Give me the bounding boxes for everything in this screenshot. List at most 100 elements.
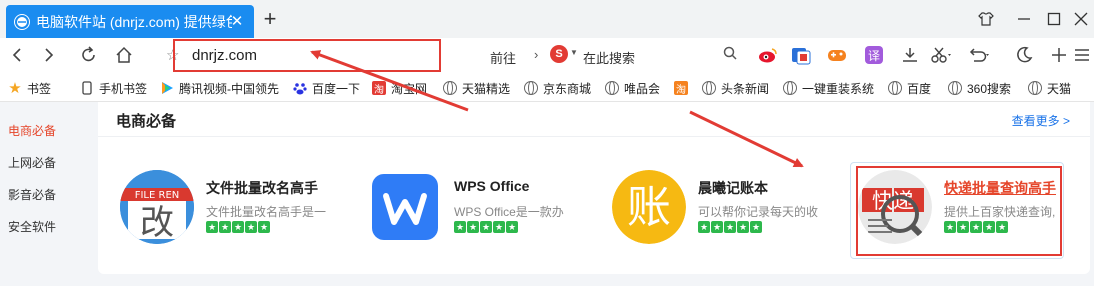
app-name[interactable]: WPS Office (454, 178, 529, 194)
bookmark-item[interactable]: 手机书签 (80, 79, 147, 97)
bookmark-label: 手机书签 (99, 81, 148, 96)
app-description: WPS Office是一款办 (454, 205, 564, 219)
star-icon: ★ (8, 80, 22, 97)
add-icon[interactable] (1047, 43, 1071, 67)
forward-button[interactable] (37, 43, 61, 67)
bookmark-label: 头条新闻 (721, 81, 770, 96)
taobao-icon: 淘 (674, 81, 688, 96)
globe-icon (783, 81, 797, 95)
globe-icon (888, 81, 902, 95)
globe-icon (702, 81, 716, 95)
active-tab[interactable]: 电脑软件站 (dnrjz.com) 提供绿色 ✕ (6, 5, 254, 38)
rating-stars: ★ ★ ★ ★ ★ (698, 221, 762, 233)
toolbar: ☆ dnrjz.com 前往 › S ▼ 在此搜索 译 (0, 38, 1094, 72)
app-description: 文件批量改名高手是一 (206, 205, 327, 219)
app-description: 可以帮你记录每天的收 (698, 205, 819, 219)
translate-icon[interactable]: 译 (862, 43, 886, 67)
bookmark-label: 唯品会 (624, 81, 661, 96)
bookmark-item[interactable]: ★ 书签 (8, 79, 51, 97)
tab-title: 电脑软件站 (dnrjz.com) 提供绿色 (36, 13, 232, 30)
bookmark-item[interactable]: 百度一下 (293, 79, 360, 97)
bookmark-item[interactable]: 一键重装系统 (783, 79, 874, 97)
accounting-app-icon: 账 (612, 170, 686, 244)
bookmark-label: 书签 (27, 81, 52, 96)
chevron-down-icon[interactable]: ▼ (570, 48, 578, 57)
category-sidebar: 电商必备 上网必备 影音必备 安全软件 (0, 102, 98, 286)
undo-icon[interactable] (968, 43, 992, 67)
download-icon[interactable] (898, 43, 922, 67)
bookmark-label: 百度 (907, 81, 932, 96)
weibo-icon[interactable] (756, 43, 780, 67)
panel-title: 电商必备 (116, 113, 177, 130)
bookmark-item[interactable]: 唯品会 (605, 79, 660, 97)
close-window-button[interactable] (1070, 8, 1092, 30)
sidebar-item-ecommerce[interactable]: 电商必备 (8, 122, 56, 139)
translate-tool-icon[interactable] (789, 43, 813, 67)
sidebar-item-media[interactable]: 影音必备 (8, 186, 56, 203)
sidebar-item-internet[interactable]: 上网必备 (8, 154, 56, 171)
app-name[interactable]: 文件批量改名高手 (206, 178, 318, 198)
rating-stars: ★ ★ ★ ★ ★ (206, 221, 270, 233)
go-button[interactable]: 前往 (490, 48, 516, 67)
search-icon[interactable] (723, 46, 737, 63)
see-more-link[interactable]: 查看更多 > (1012, 112, 1070, 129)
home-button[interactable] (112, 43, 136, 67)
bookmark-item[interactable]: 360搜索 (948, 79, 1011, 97)
bookmark-item[interactable]: 天猫 (1028, 79, 1071, 97)
wps-app-icon (368, 170, 442, 244)
app-card[interactable]: FILE REN 改 文件批量改名高手 文件批量改名高手是一 ★ ★ ★ ★ ★ (120, 162, 350, 258)
new-tab-button[interactable]: + (260, 8, 280, 30)
browser-logo-icon (14, 13, 30, 30)
bookmark-label: 京东商城 (543, 81, 592, 96)
address-bar[interactable]: ☆ dnrjz.com 前往 › S ▼ 在此搜索 (158, 39, 748, 72)
bookmark-item[interactable]: 百度 (888, 79, 931, 97)
game-icon[interactable] (825, 43, 849, 67)
tencent-video-icon (160, 81, 174, 95)
night-mode-icon[interactable] (1012, 43, 1036, 67)
app-card[interactable]: 账 晨曦记账本 可以帮你记录每天的收 ★ ★ ★ ★ ★ (612, 162, 842, 258)
minimize-button[interactable] (1013, 8, 1035, 30)
baidu-icon (293, 81, 307, 95)
rating-stars: ★ ★ ★ ★ ★ (454, 221, 518, 233)
screenshot-icon[interactable] (930, 43, 954, 67)
search-input[interactable]: 在此搜索 (583, 48, 635, 67)
app-card[interactable]: WPS Office WPS Office是一款办 ★ ★ ★ ★ ★ (368, 162, 598, 258)
globe-icon (1028, 81, 1042, 95)
bookmark-label: 淘宝网 (391, 81, 428, 96)
bookmark-item[interactable]: 淘 (674, 79, 693, 97)
bookmark-item[interactable]: 天猫精选 (443, 79, 510, 97)
maximize-button[interactable] (1043, 8, 1065, 30)
bookmark-label: 腾讯视频-中国领先 (179, 81, 279, 96)
taobao-icon: 淘 (372, 81, 386, 96)
bookmark-item[interactable]: 淘 淘宝网 (372, 79, 427, 97)
close-tab-icon[interactable]: ✕ (228, 12, 246, 30)
globe-icon (948, 81, 962, 95)
software-panel: 电商必备 查看更多 > FILE REN 改 文件批量改名高手 文件批量改名高手… (98, 102, 1090, 274)
bookmark-label: 360搜索 (967, 81, 1012, 96)
card-highlight-box (856, 166, 1062, 256)
globe-icon (605, 81, 619, 95)
back-button[interactable] (5, 43, 29, 67)
bookmark-label: 天猫精选 (462, 81, 511, 96)
content-area: 电商必备 上网必备 影音必备 安全软件 电商必备 查看更多 > FILE REN… (0, 102, 1094, 286)
skin-icon[interactable] (975, 8, 997, 30)
bookmark-item[interactable]: 京东商城 (524, 79, 591, 97)
address-input[interactable]: dnrjz.com (192, 47, 257, 64)
svg-text:FILE REN: FILE REN (135, 190, 180, 201)
search-engine-icon[interactable]: S (550, 45, 568, 63)
go-arrow-icon: › (534, 47, 539, 62)
bookmark-item[interactable]: 腾讯视频-中国领先 (160, 79, 279, 97)
bookmark-item[interactable]: 头条新闻 (702, 79, 769, 97)
svg-text:改: 改 (140, 203, 174, 243)
svg-text:译: 译 (868, 49, 880, 63)
phone-icon (80, 81, 94, 95)
menu-icon[interactable] (1070, 43, 1094, 67)
app-name[interactable]: 晨曦记账本 (698, 178, 768, 198)
svg-text:账: 账 (627, 182, 671, 233)
refresh-button[interactable] (77, 43, 101, 67)
divider (98, 136, 1090, 137)
sidebar-item-security[interactable]: 安全软件 (8, 218, 56, 235)
rename-app-icon: FILE REN 改 (120, 170, 194, 244)
tab-bar: 电脑软件站 (dnrjz.com) 提供绿色 ✕ + (0, 0, 1094, 38)
bookmark-label: 百度一下 (312, 81, 361, 96)
